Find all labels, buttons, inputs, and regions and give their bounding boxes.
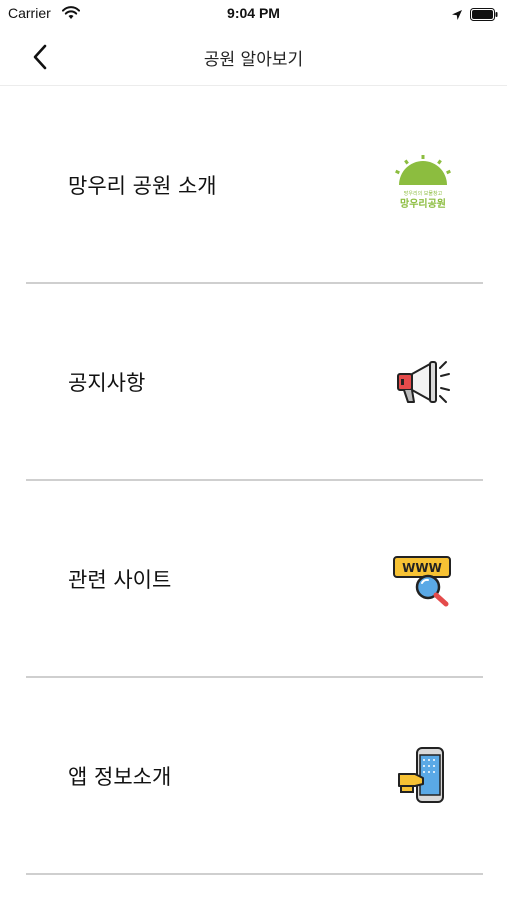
logo-tagline: 망우리의 보물창고 xyxy=(404,190,443,197)
battery-icon xyxy=(470,6,498,25)
menu-item-related-sites[interactable]: 관련 사이트 WWW xyxy=(26,481,483,678)
phone-tap-icon xyxy=(391,744,455,808)
location-arrow-icon xyxy=(451,6,463,25)
park-logo-icon: 망우리의 보물창고 망우리공원 xyxy=(391,153,455,217)
menu-item-label: 앱 정보소개 xyxy=(68,764,172,789)
menu-item-label: 망우리 공원 소개 xyxy=(68,173,217,198)
menu-list: 망우리 공원 소개 망우리의 보물창고 망우리공원 공지사항 관련 사이트 WW… xyxy=(26,87,483,875)
menu-item-app-info[interactable]: 앱 정보소개 xyxy=(26,678,483,875)
logo-text: 망우리공원 xyxy=(400,197,446,210)
page-title: 공원 알아보기 xyxy=(203,50,304,70)
navigation-bar: 공원 알아보기 xyxy=(0,28,507,86)
www-label: WWW xyxy=(402,561,442,575)
www-search-icon: WWW xyxy=(391,547,455,611)
menu-item-label: 공지사항 xyxy=(68,370,146,395)
megaphone-icon xyxy=(391,350,455,414)
menu-item-label: 관련 사이트 xyxy=(68,567,172,592)
status-bar: Carrier 9:04 PM xyxy=(0,0,507,28)
clock-time: 9:04 PM xyxy=(227,5,280,21)
menu-item-park-intro[interactable]: 망우리 공원 소개 망우리의 보물창고 망우리공원 xyxy=(26,87,483,284)
menu-item-notice[interactable]: 공지사항 xyxy=(26,284,483,481)
